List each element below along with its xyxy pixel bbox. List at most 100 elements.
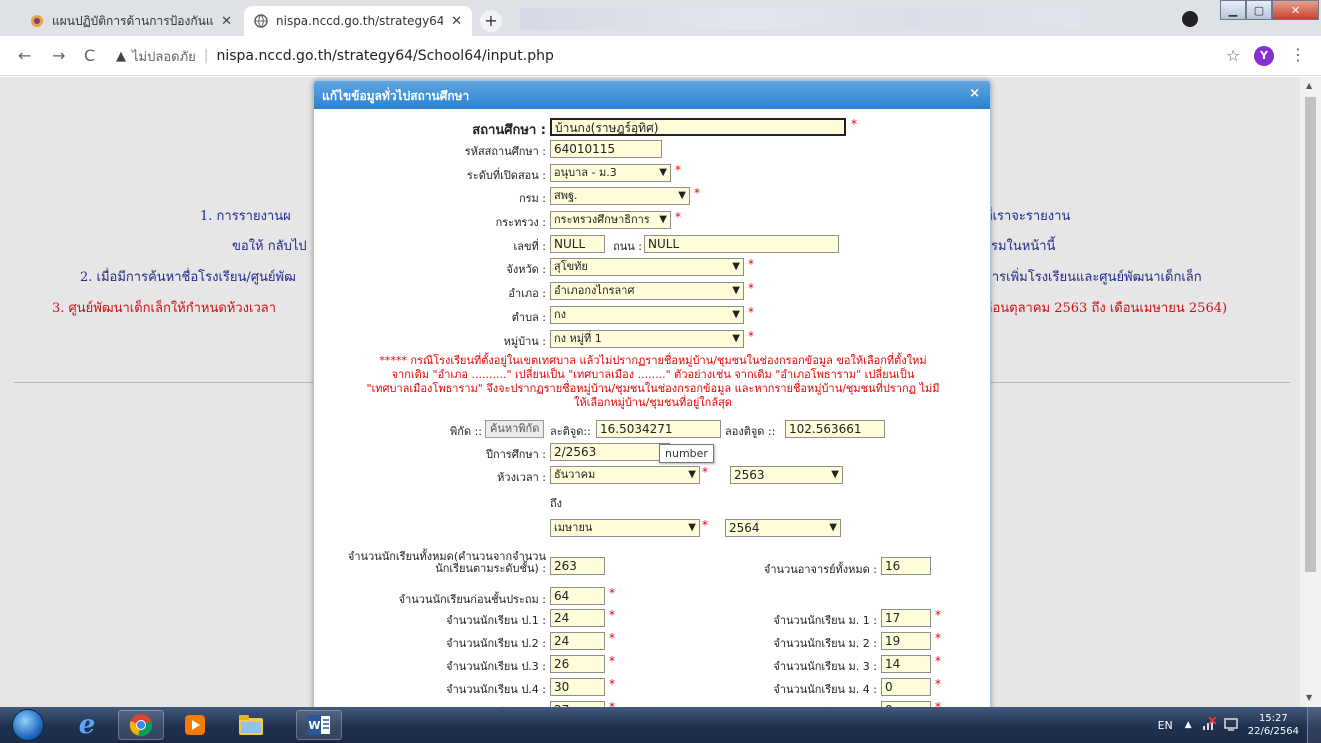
period-to-month-value: เมษายน (554, 521, 593, 534)
bookmark-star-icon[interactable]: ☆ (1226, 46, 1240, 65)
show-hidden-icons-icon[interactable]: ▲ (1185, 720, 1192, 730)
chevron-down-icon: ▼ (732, 285, 740, 296)
back-arrow-icon[interactable]: ← (18, 46, 31, 65)
teachers-input[interactable]: 16 (881, 557, 931, 575)
longitude-input[interactable]: 102.563661 (785, 420, 885, 438)
edit-school-dialog: แก้ไขข้อมูลทั่วไปสถานศึกษา × สถานศึกษา :… (313, 80, 991, 720)
road-label: ถนน : (613, 240, 642, 253)
school-name-input[interactable]: บ้านกง(ราษฎร์อุทิศ) (550, 118, 846, 136)
latitude-input[interactable]: 16.5034271 (596, 420, 721, 438)
word-icon[interactable]: W (296, 710, 342, 740)
required-mark: * (935, 677, 941, 691)
instruction-line-3-right: การเพิ่มโรงเรียนและศูนย์พัฒนาเด็กเล็ก (984, 270, 1202, 285)
period-to-month-select[interactable]: เมษายน ▼ (550, 519, 700, 537)
profile-avatar[interactable]: Y (1254, 46, 1274, 66)
grade-m1-input[interactable]: 17 (881, 609, 931, 627)
find-coordinate-button[interactable]: ค้นหาพิกัด (485, 420, 545, 438)
required-mark: * (675, 163, 681, 177)
subdistrict-select[interactable]: กง ▼ (550, 306, 744, 324)
level-label: ระดับที่เปิดสอน : (466, 169, 546, 182)
chrome-icon[interactable] (118, 710, 164, 740)
tab-close-icon[interactable]: ✕ (451, 14, 462, 29)
road-input[interactable]: NULL (644, 235, 839, 253)
ministry-select[interactable]: กระทรวงศึกษาธิการ ▼ (550, 211, 671, 229)
dialog-title: แก้ไขข้อมูลทั่วไปสถานศึกษา (322, 89, 470, 103)
network-icon[interactable] (1202, 715, 1217, 734)
village-value: กง หมู่ที่ 1 (554, 332, 602, 345)
ministry-value: กระทรวงศึกษาธิการ (554, 213, 650, 226)
grade-m3-input[interactable]: 14 (881, 655, 931, 673)
academic-year-input[interactable]: 2/2563 (550, 443, 670, 461)
grade-p2-input[interactable]: 24 (550, 632, 605, 650)
media-player-icon[interactable] (172, 710, 218, 740)
close-window-button[interactable]: ✕ (1272, 0, 1319, 20)
period-from-year-select[interactable]: 2563 ▼ (730, 466, 843, 484)
village-select[interactable]: กง หมู่ที่ 1 ▼ (550, 330, 744, 348)
period-from-month-value: ธันวาคม (554, 468, 596, 481)
action-center-icon[interactable] (1223, 717, 1238, 734)
required-mark: * (609, 654, 615, 668)
department-label: กรม : (518, 192, 546, 205)
school-label: สถานศึกษา : (472, 123, 546, 138)
grade-p4-label: จำนวนนักเรียน ป.4 : (446, 683, 546, 696)
new-tab-button[interactable]: + (480, 10, 502, 32)
required-mark: * (609, 586, 615, 600)
period-to-year-select[interactable]: 2564 ▼ (725, 519, 841, 537)
level-select[interactable]: อนุบาล - ม.3 ▼ (550, 164, 671, 182)
start-button[interactable] (12, 709, 44, 741)
tab-active[interactable]: nispa.nccd.go.th/strategy64/Scho ✕ (244, 6, 472, 36)
instruction-line-2-right: รรมในหน้านี้ (984, 239, 1056, 254)
grade-m4-input[interactable]: 0 (881, 678, 931, 696)
grade-p2-label: จำนวนนักเรียน ป.2 : (446, 637, 546, 650)
grade-m2-input[interactable]: 19 (881, 632, 931, 650)
blurred-background-window (520, 8, 1080, 30)
preschool-input[interactable]: 64 (550, 587, 605, 605)
tab-title: nispa.nccd.go.th/strategy64/Scho (276, 14, 444, 28)
maximize-button[interactable]: ▢ (1246, 0, 1272, 20)
instruction-line-3: 2. เมื่อมีการค้นหาชื่อโรงเรียน/ศูนย์พัฒ (80, 270, 296, 285)
department-select[interactable]: สพฐ. ▼ (550, 187, 690, 205)
scroll-up-icon[interactable]: ▲ (1306, 81, 1312, 90)
period-from-month-select[interactable]: ธันวาคม ▼ (550, 466, 700, 484)
required-mark: * (609, 608, 615, 622)
scroll-down-icon[interactable]: ▼ (1306, 693, 1312, 702)
menu-kebab-icon[interactable]: ⋮ (1290, 45, 1306, 64)
forward-arrow-icon[interactable]: → (52, 46, 65, 65)
dialog-titlebar[interactable]: แก้ไขข้อมูลทั่วไปสถานศึกษา × (314, 81, 990, 109)
chevron-down-icon: ▼ (659, 214, 667, 225)
subdistrict-value: กง (554, 308, 567, 321)
academic-year-label: ปีการศึกษา : (485, 448, 546, 461)
school-code-input[interactable]: 64010115 (550, 140, 662, 158)
chevron-down-icon: ▼ (688, 469, 696, 480)
file-explorer-icon[interactable] (228, 710, 274, 740)
show-desktop-button[interactable] (1307, 707, 1321, 743)
language-indicator[interactable]: EN (1158, 719, 1173, 732)
grade-p3-input[interactable]: 26 (550, 655, 605, 673)
scrollbar-thumb[interactable] (1305, 97, 1316, 572)
total-students-input[interactable]: 263 (550, 557, 605, 575)
tab-inactive[interactable]: แผนปฏิบัติการด้านการป้องกันและปราบ ✕ (20, 6, 242, 36)
required-mark: * (748, 281, 754, 295)
dialog-close-icon[interactable]: × (969, 86, 980, 101)
house-no-input[interactable]: NULL (550, 235, 605, 253)
ministry-label: กระทรวง : (495, 216, 546, 229)
grade-p1-input[interactable]: 24 (550, 609, 605, 627)
separator: | (203, 48, 209, 64)
required-mark: * (748, 305, 754, 319)
minimize-button[interactable]: ▁ (1220, 0, 1246, 20)
district-select[interactable]: อำเภอกงไกรลาศ ▼ (550, 282, 744, 300)
window-controls: ▁ ▢ ✕ (1220, 0, 1321, 20)
province-select[interactable]: สุโขทัย ▼ (550, 258, 744, 276)
instruction-line-1-right: ที่เราจะรายงาน (984, 209, 1071, 224)
reload-icon[interactable]: C (84, 46, 95, 65)
grade-p4-input[interactable]: 30 (550, 678, 605, 696)
chevron-down-icon: ▼ (831, 469, 839, 480)
page-scrollbar[interactable]: ▲ ▼ (1300, 77, 1321, 707)
tab-close-icon[interactable]: ✕ (221, 14, 232, 29)
address-bar[interactable]: ▲ ไม่ปลอดภัย | nispa.nccd.go.th/strategy… (116, 42, 1216, 70)
system-clock[interactable]: 15:27 22/6/2564 (1248, 712, 1299, 738)
grade-m1-label: จำนวนนักเรียน ม. 1 : (773, 614, 877, 627)
internet-explorer-icon[interactable]: e (64, 710, 110, 740)
insecure-label: ไม่ปลอดภัย (132, 49, 196, 65)
site-favicon-icon (30, 14, 44, 28)
